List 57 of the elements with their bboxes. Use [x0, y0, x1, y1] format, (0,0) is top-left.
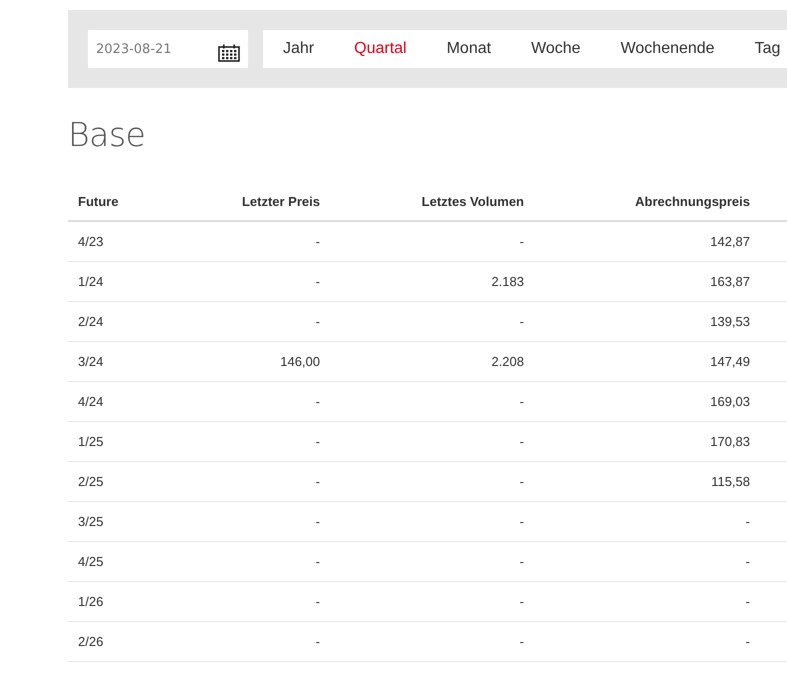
table-cell: 2.208: [330, 341, 534, 381]
table-cell: 2/24: [68, 301, 168, 341]
section-heading: Base: [68, 114, 146, 156]
date-field[interactable]: 2023-08-21: [88, 30, 248, 68]
table-cell: 3/25: [68, 501, 168, 541]
period-tab[interactable]: Woche: [511, 32, 601, 66]
table-cell: -: [534, 541, 787, 581]
table-cell: 1/25: [68, 421, 168, 461]
table-cell: -: [168, 381, 330, 421]
table-cell: -: [168, 461, 330, 501]
table-cell: -: [330, 581, 534, 621]
calendar-icon[interactable]: [218, 44, 240, 62]
table-cell: -: [168, 621, 330, 661]
table-cell: -: [330, 381, 534, 421]
table-cell: -: [534, 621, 787, 661]
table-cell: 2.183: [330, 261, 534, 301]
table-cell: -: [534, 581, 787, 621]
table-cell: 4/23: [68, 221, 168, 261]
column-header: Abrechnungspreis: [534, 182, 787, 221]
table-cell: 1/24: [68, 261, 168, 301]
table-cell: 1/26: [68, 581, 168, 621]
table-cell: -: [330, 501, 534, 541]
table-cell: 2/26: [68, 621, 168, 661]
column-header: Letztes Volumen: [330, 182, 534, 221]
table-cell: -: [168, 581, 330, 621]
table-cell: 169,03: [534, 381, 787, 421]
table-cell: -: [330, 221, 534, 261]
table-cell: 3/24: [68, 341, 168, 381]
table-cell: -: [330, 461, 534, 501]
table-cell: 163,87: [534, 261, 787, 301]
table-cell: -: [330, 301, 534, 341]
table-cell: -: [168, 541, 330, 581]
table-cell: 170,83: [534, 421, 787, 461]
period-tab[interactable]: Jahr: [263, 32, 334, 66]
table-cell: -: [330, 621, 534, 661]
table-cell: -: [168, 301, 330, 341]
table-cell: -: [168, 421, 330, 461]
table-cell: 4/25: [68, 541, 168, 581]
period-tab[interactable]: Quartal: [334, 32, 427, 66]
table-cell: 146,00: [168, 341, 330, 381]
table-cell: 139,53: [534, 301, 787, 341]
period-tab[interactable]: Tag: [734, 32, 784, 66]
table-cell: -: [330, 421, 534, 461]
table-cell: 2/25: [68, 461, 168, 501]
table-cell: -: [330, 541, 534, 581]
table-cell: 4/24: [68, 381, 168, 421]
table-cell: 147,49: [534, 341, 787, 381]
period-tab[interactable]: Wochenende: [600, 32, 735, 66]
table-cell: -: [168, 501, 330, 541]
table-cell: 115,58: [534, 461, 787, 501]
table-cell: -: [534, 501, 787, 541]
table-cell: -: [168, 261, 330, 301]
table-cell: -: [168, 221, 330, 261]
column-header: Letzter Preis: [168, 182, 330, 221]
column-header: Future: [68, 182, 168, 221]
period-tab[interactable]: Monat: [426, 32, 512, 66]
table-cell: 142,87: [534, 221, 787, 261]
